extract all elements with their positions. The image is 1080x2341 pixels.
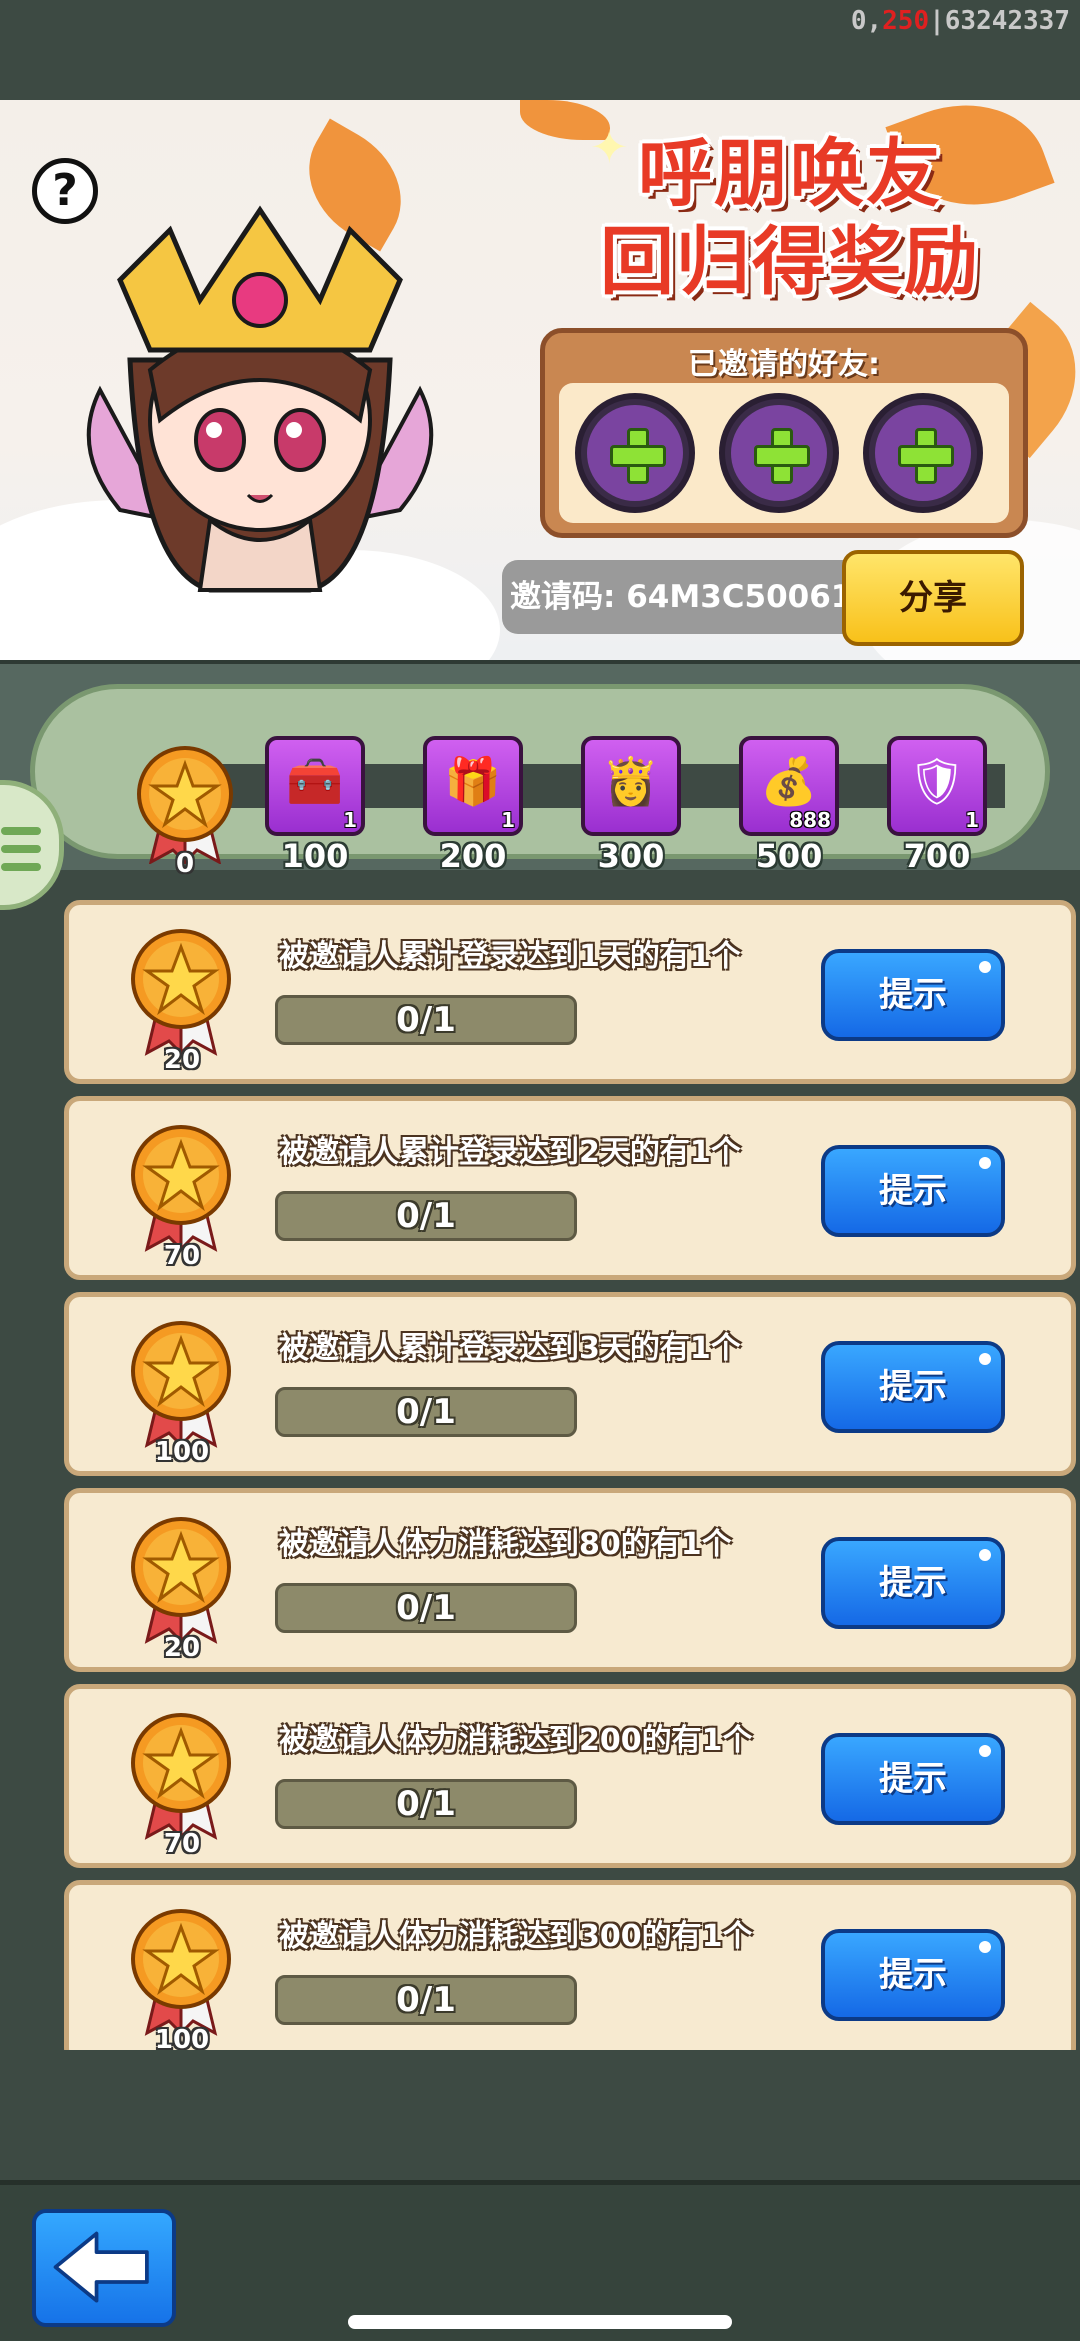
- status-bar: 0,250|63242337: [0, 0, 1080, 100]
- friend-slot-add-button[interactable]: [719, 393, 839, 513]
- title-line-1: 呼朋唤友: [638, 131, 942, 217]
- star-medal-icon: [131, 1517, 231, 1645]
- milestone-reward-1[interactable]: 🧰 1: [265, 736, 365, 836]
- task-description: 被邀请人累计登录达到3天的有1个: [279, 1331, 741, 1366]
- friend-slot-add-button[interactable]: [863, 393, 983, 513]
- gold-ingot-icon: 💰: [760, 754, 818, 808]
- milestone-threshold: 500: [755, 837, 823, 875]
- task-progress: 0/1: [275, 1387, 577, 1437]
- friend-slot-add-button[interactable]: [575, 393, 695, 513]
- plus-icon: [610, 428, 666, 484]
- hint-button[interactable]: 提示: [821, 1929, 1005, 2021]
- invite-code-value: 64M3C50061: [626, 579, 853, 615]
- task-card: 70 被邀请人体力消耗达到200的有1个 0/1 提示: [64, 1684, 1076, 1868]
- milestone-threshold: 200: [439, 837, 507, 875]
- task-reward-points: 70: [163, 1829, 201, 1859]
- invite-code-field: 邀请码: 64M3C50061: [502, 560, 872, 634]
- chest-upgrade-icon: 🧰: [286, 754, 344, 808]
- star-medal-icon: [131, 1125, 231, 1253]
- plus-icon: [898, 428, 954, 484]
- milestone-reward-3[interactable]: 👸: [581, 736, 681, 836]
- chest-arrow-icon: 🎁: [444, 754, 502, 808]
- reward-track-section: 0 🧰 1 100 🎁 1 200 👸 300 💰 888 500 🛡 1 70…: [0, 660, 1080, 879]
- task-reward-points: 70: [163, 1241, 201, 1271]
- debug-counter: 0,250|63242337: [851, 6, 1070, 36]
- star-medal-icon: [131, 1909, 231, 2037]
- task-progress: 0/1: [275, 1975, 577, 2025]
- task-card: 100 被邀请人体力消耗达到300的有1个 0/1 提示: [64, 1880, 1076, 2050]
- milestone-threshold: 300: [597, 837, 665, 875]
- bottom-bar: [0, 2180, 1080, 2341]
- task-card: 100 被邀请人累计登录达到3天的有1个 0/1 提示: [64, 1292, 1076, 1476]
- task-progress: 0/1: [275, 1779, 577, 1829]
- debug-prefix: 0,: [850, 6, 883, 36]
- milestone-threshold: 100: [281, 837, 349, 875]
- invited-friends-panel: 已邀请的好友:: [540, 328, 1028, 538]
- star-medal-icon: [131, 1321, 231, 1449]
- invite-code-label: 邀请码:: [510, 579, 616, 615]
- task-progress: 0/1: [275, 995, 577, 1045]
- task-progress: 0/1: [275, 1583, 577, 1633]
- reward-qty: 1: [965, 808, 979, 832]
- hint-button[interactable]: 提示: [821, 1537, 1005, 1629]
- hint-button[interactable]: 提示: [821, 1145, 1005, 1237]
- reward-track: 0 🧰 1 100 🎁 1 200 👸 300 💰 888 500 🛡 1 70…: [30, 684, 1050, 879]
- reward-qty: 1: [501, 808, 515, 832]
- task-card: 20 被邀请人累计登录达到1天的有1个 0/1 提示: [64, 900, 1076, 1084]
- milestone-reward-2[interactable]: 🎁 1: [423, 736, 523, 836]
- task-reward-points: 100: [154, 1437, 210, 1467]
- friend-slots: [559, 383, 1009, 523]
- back-arrow-icon: [53, 2231, 149, 2303]
- event-banner: ? ✦ 呼朋唤友 回归得奖励 已邀请的好友: 邀请码: 64M3C50061 分…: [0, 100, 1080, 660]
- task-description: 被邀请人体力消耗达到200的有1个: [279, 1723, 753, 1758]
- home-indicator: [348, 2315, 732, 2329]
- hint-button[interactable]: 提示: [821, 1341, 1005, 1433]
- debug-red-value: 250: [882, 6, 930, 36]
- task-reward-points: 20: [163, 1633, 201, 1663]
- back-button[interactable]: [32, 2209, 176, 2327]
- share-button[interactable]: 分享: [842, 550, 1024, 646]
- task-description: 被邀请人累计登录达到1天的有1个: [279, 939, 741, 974]
- reward-qty: 1: [343, 808, 357, 832]
- task-reward-points: 20: [163, 1045, 201, 1075]
- armor-icon: 🛡: [907, 754, 967, 808]
- hero-portrait-icon: 👸: [602, 754, 660, 808]
- task-reward-points: 100: [154, 2025, 210, 2050]
- current-points: 0: [175, 849, 195, 879]
- hero-portrait-image: [86, 205, 434, 593]
- hint-button[interactable]: 提示: [821, 949, 1005, 1041]
- menu-icon: [1, 827, 41, 835]
- hint-button[interactable]: 提示: [821, 1733, 1005, 1825]
- task-list[interactable]: 20 被邀请人累计登录达到1天的有1个 0/1 提示 70 被邀请人累计登录达到…: [64, 900, 1080, 2050]
- task-description: 被邀请人体力消耗达到300的有1个: [279, 1919, 753, 1954]
- star-medal-icon: [137, 746, 233, 864]
- task-card: 20 被邀请人体力消耗达到80的有1个 0/1 提示: [64, 1488, 1076, 1672]
- debug-suffix: |63242337: [929, 6, 1070, 36]
- event-title: 呼朋唤友 回归得奖励: [560, 130, 1020, 306]
- milestone-reward-4[interactable]: 💰 888: [739, 736, 839, 836]
- task-progress: 0/1: [275, 1191, 577, 1241]
- invited-friends-title: 已邀请的好友:: [688, 347, 880, 382]
- task-card: 70 被邀请人累计登录达到2天的有1个 0/1 提示: [64, 1096, 1076, 1280]
- reward-qty: 888: [789, 808, 831, 832]
- task-description: 被邀请人累计登录达到2天的有1个: [279, 1135, 741, 1170]
- task-description: 被邀请人体力消耗达到80的有1个: [279, 1527, 732, 1562]
- milestone-threshold: 700: [903, 837, 971, 875]
- title-line-2: 回归得奖励: [600, 219, 980, 305]
- plus-icon: [754, 428, 810, 484]
- star-medal-icon: [131, 929, 231, 1057]
- milestone-reward-5[interactable]: 🛡 1: [887, 736, 987, 836]
- star-medal-icon: [131, 1713, 231, 1841]
